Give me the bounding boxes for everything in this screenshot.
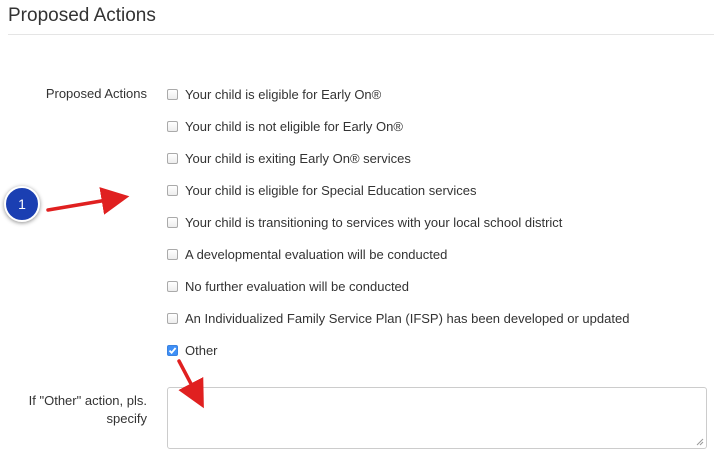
checkbox-label: Your child is exiting Early On® services bbox=[185, 150, 411, 166]
other-specify-label-line2: specify bbox=[106, 411, 147, 426]
checkbox[interactable] bbox=[167, 88, 178, 100]
proposed-actions-label: Proposed Actions bbox=[45, 86, 147, 101]
checkbox-row-special-education[interactable]: Your child is eligible for Special Educa… bbox=[167, 181, 476, 199]
checkbox-label: No further evaluation will be conducted bbox=[185, 278, 410, 294]
annotation-arrow-to-checkboxes bbox=[46, 187, 130, 215]
checkbox-row-exiting[interactable]: Your child is exiting Early On® services bbox=[167, 149, 411, 167]
checkbox[interactable] bbox=[167, 184, 178, 196]
checkbox[interactable] bbox=[167, 248, 178, 260]
checkbox-label: Other bbox=[185, 342, 218, 358]
checkbox-label: An Individualized Family Service Plan (I… bbox=[185, 310, 630, 326]
checkbox-label: Your child is eligible for Early On® bbox=[185, 86, 382, 102]
checkbox[interactable] bbox=[167, 280, 178, 292]
checkbox-checked[interactable] bbox=[167, 344, 178, 356]
checkbox-label: A developmental evaluation will be condu… bbox=[185, 246, 448, 262]
resize-grip-icon[interactable] bbox=[696, 438, 704, 446]
checkbox-label: Your child is not eligible for Early On® bbox=[185, 118, 403, 134]
checkbox[interactable] bbox=[167, 216, 178, 228]
checkbox[interactable] bbox=[167, 120, 178, 132]
other-specify-textarea[interactable] bbox=[167, 387, 707, 449]
step-number-badge: 1 bbox=[4, 186, 40, 222]
other-specify-label: If "Other" action, pls. specify bbox=[0, 392, 147, 428]
checkbox-row-not-eligible[interactable]: Your child is not eligible for Early On® bbox=[167, 117, 403, 135]
checkbox-row-other[interactable]: Other bbox=[167, 341, 218, 359]
checkbox-row-no-further-evaluation[interactable]: No further evaluation will be conducted bbox=[167, 277, 409, 295]
checkbox-row-transitioning[interactable]: Your child is transitioning to services … bbox=[167, 213, 562, 231]
section-title: Proposed Actions bbox=[8, 5, 156, 26]
checkbox-row-developmental-evaluation[interactable]: A developmental evaluation will be condu… bbox=[167, 245, 447, 263]
checkbox-label: Your child is eligible for Special Educa… bbox=[185, 182, 477, 198]
checkbox[interactable] bbox=[167, 152, 178, 164]
section-divider bbox=[8, 34, 714, 35]
other-specify-label-line1: If "Other" action, pls. bbox=[28, 393, 147, 408]
checkbox-row-ifsp[interactable]: An Individualized Family Service Plan (I… bbox=[167, 309, 629, 327]
checkbox-label: Your child is transitioning to services … bbox=[185, 214, 563, 230]
checkbox-row-eligible[interactable]: Your child is eligible for Early On® bbox=[167, 85, 381, 103]
checkbox[interactable] bbox=[167, 312, 178, 324]
